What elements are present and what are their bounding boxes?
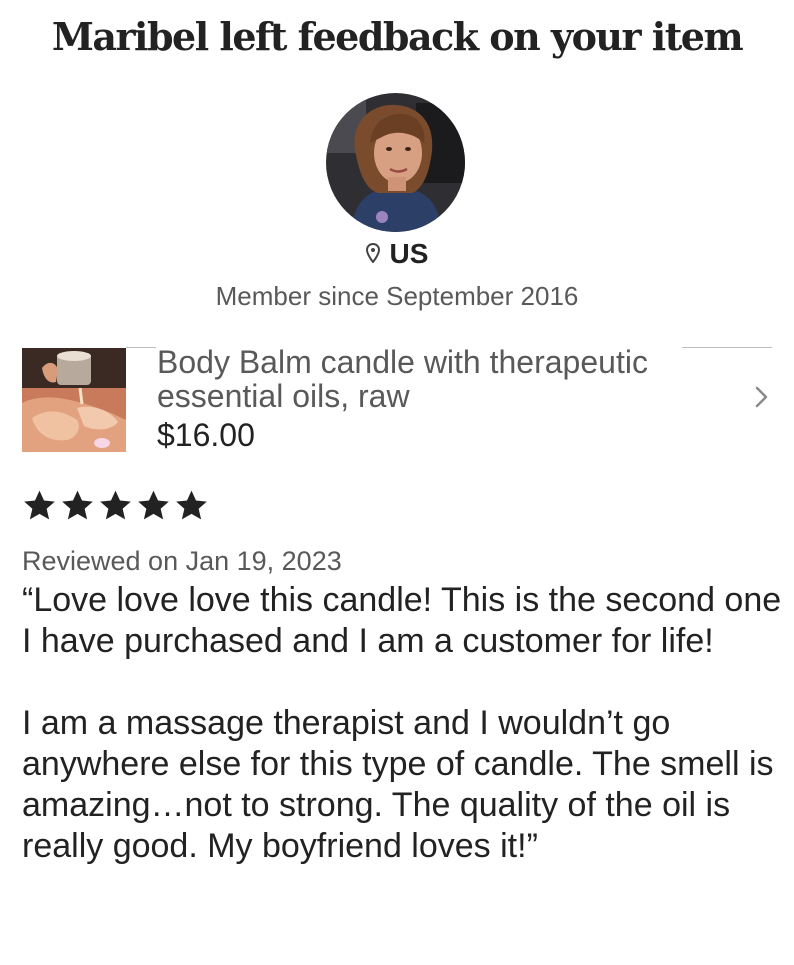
page-title: Maribel left feedback on your item xyxy=(51,14,744,59)
review-date: Reviewed on Jan 19, 2023 xyxy=(22,546,342,576)
item-thumbnail[interactable] xyxy=(22,348,126,452)
review-paragraph: “Love love love this candle! This is the… xyxy=(22,581,782,660)
star-icon xyxy=(24,490,55,520)
star-icon xyxy=(176,490,207,520)
item-price: $16.00 xyxy=(157,417,255,453)
review-text: “Love love love this candle! This is the… xyxy=(22,580,782,867)
item-title[interactable]: Body Balm candle with therapeutic essent… xyxy=(157,345,697,413)
map-pin-icon xyxy=(365,238,380,270)
avatar[interactable] xyxy=(326,93,465,232)
chevron-right-icon[interactable] xyxy=(750,383,774,411)
star-icon xyxy=(100,490,131,520)
location-text: US xyxy=(389,238,429,269)
reviewer-location: US xyxy=(0,238,794,270)
divider xyxy=(126,347,156,348)
review-paragraph: I am a massage therapist and I wouldn’t … xyxy=(22,704,774,865)
star-rating xyxy=(22,488,209,523)
member-since-text: Member since September 2016 xyxy=(215,281,579,311)
star-icon xyxy=(138,490,169,520)
star-icon xyxy=(62,490,93,520)
item-link[interactable]: Body Balm candle with therapeutic essent… xyxy=(22,345,774,455)
